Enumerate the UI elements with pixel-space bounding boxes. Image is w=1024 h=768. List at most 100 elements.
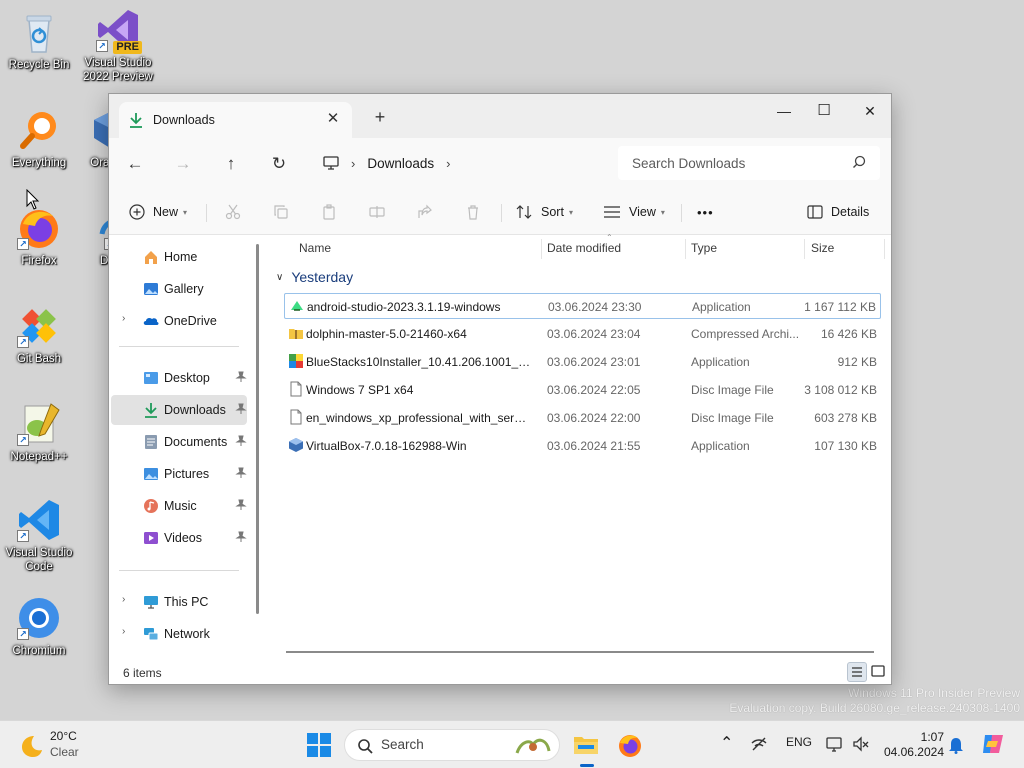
view-button[interactable]: View ▾	[603, 198, 665, 226]
up-button[interactable]: ↑	[217, 150, 245, 178]
chevron-down-icon: ▾	[568, 207, 573, 217]
language-indicator[interactable]: ENG	[786, 735, 812, 749]
desktop-icon-recycle-bin[interactable]: Recycle Bin	[1, 8, 77, 72]
sidebar-item-music[interactable]: Music	[111, 491, 247, 521]
sidebar-scrollbar[interactable]	[256, 244, 259, 614]
shortcut-arrow-icon: ↗	[96, 40, 108, 52]
sidebar-item-this-pc[interactable]: › This PC	[111, 587, 247, 617]
pin-icon[interactable]	[235, 371, 247, 383]
taskbar-file-explorer[interactable]	[572, 731, 600, 759]
preview-badge: PRE	[113, 41, 142, 54]
column-header-type[interactable]: Type	[691, 241, 717, 255]
taskbar-search[interactable]: Search	[344, 729, 560, 761]
pin-icon[interactable]	[235, 435, 247, 447]
item-count: 6 items	[123, 666, 162, 680]
sidebar-item-documents[interactable]: Documents	[111, 427, 247, 457]
sidebar-item-network[interactable]: › Network	[111, 619, 247, 649]
desktop-icon-everything[interactable]: Everything	[1, 106, 77, 170]
breadcrumb-separator[interactable]: ›	[351, 156, 355, 171]
display-settings-icon[interactable]	[826, 735, 844, 753]
pin-icon[interactable]	[235, 499, 247, 511]
file-row[interactable]: BlueStacks10Installer_10.41.206.1001_nat…	[284, 349, 881, 375]
vscode-icon: ↗	[15, 496, 63, 544]
column-header-date-modified[interactable]: Date modified	[547, 241, 621, 255]
sidebar-item-label: Pictures	[164, 467, 210, 481]
file-type: Disc Image File	[691, 383, 774, 397]
desktop-icon-notepad-plus-plus[interactable]: ↗ Notepad++	[1, 400, 77, 464]
start-button[interactable]	[305, 731, 333, 759]
desktop-icon-vscode[interactable]: ↗ Visual Studio Code	[1, 496, 77, 574]
sidebar-item-gallery[interactable]: Gallery	[111, 274, 247, 304]
tiles-view-button[interactable]	[869, 662, 889, 682]
desktop-icon-git-bash[interactable]: ↗ Git Bash	[1, 302, 77, 366]
clock[interactable]: 1:07 04.06.2024	[880, 730, 944, 760]
monitor-icon	[323, 156, 339, 170]
sidebar-item-videos[interactable]: Videos	[111, 523, 247, 553]
sidebar-item-pictures[interactable]: Pictures	[111, 459, 247, 489]
sidebar-item-home[interactable]: Home	[111, 242, 247, 272]
desktop-icon-firefox[interactable]: ↗ Firefox	[1, 204, 77, 268]
tab-downloads[interactable]: Downloads ✕	[119, 102, 352, 138]
column-header-size[interactable]: Size	[811, 241, 834, 255]
new-tab-button[interactable]: +	[370, 107, 390, 127]
column-separator[interactable]	[804, 239, 805, 259]
column-separator[interactable]	[541, 239, 542, 259]
back-button[interactable]: ←	[121, 150, 149, 178]
new-button[interactable]: New ▾	[129, 198, 187, 226]
delete-button[interactable]	[465, 198, 481, 226]
music-folder-icon	[144, 499, 158, 513]
file-row[interactable]: en_windows_xp_professional_with_servic..…	[284, 405, 881, 431]
file-row[interactable]: dolphin-master-5.0-21460-x64 03.06.2024 2…	[284, 321, 881, 347]
refresh-button[interactable]: ↻	[265, 150, 293, 178]
share-button[interactable]	[417, 198, 433, 226]
sidebar-item-label: OneDrive	[164, 314, 217, 328]
network-disconnected-icon[interactable]	[750, 735, 768, 753]
desktop-icon-chromium[interactable]: ↗ Chromium	[1, 594, 77, 658]
sort-button[interactable]: Sort ▾	[515, 198, 573, 226]
horizontal-scrollbar[interactable]	[286, 651, 874, 653]
volume-muted-icon[interactable]	[852, 735, 870, 753]
chevron-right-icon[interactable]: ›	[122, 594, 125, 605]
paste-button[interactable]	[321, 198, 337, 226]
tab-close-button[interactable]: ✕	[324, 110, 342, 128]
group-header-yesterday[interactable]: ∨ Yesterday	[276, 269, 353, 285]
details-view-button[interactable]	[847, 662, 867, 682]
desktop-icon-visual-studio-preview[interactable]: PRE ↗ Visual Studio 2022 Preview	[80, 6, 156, 84]
pin-icon[interactable]	[235, 467, 247, 479]
search-placeholder: Search Downloads	[632, 155, 746, 171]
file-row[interactable]: Windows 7 SP1 x64 03.06.2024 22:05 Disc Im…	[284, 377, 881, 403]
copilot-button[interactable]	[980, 731, 1008, 759]
maximize-button[interactable]: ☐	[801, 96, 847, 126]
close-window-button[interactable]: ✕	[847, 96, 893, 126]
breadcrumb-separator[interactable]: ›	[446, 156, 450, 171]
details-pane-button[interactable]: Details	[807, 198, 869, 226]
chevron-right-icon[interactable]: ›	[122, 313, 125, 324]
column-separator[interactable]	[884, 239, 885, 259]
chevron-right-icon[interactable]: ›	[122, 626, 125, 637]
search-icon	[853, 155, 866, 168]
breadcrumb-downloads[interactable]: Downloads	[367, 156, 434, 171]
copy-button[interactable]	[273, 198, 289, 226]
pin-icon[interactable]	[235, 403, 247, 415]
search-input[interactable]: Search Downloads	[618, 146, 880, 180]
sidebar-item-onedrive[interactable]: › OneDrive	[111, 306, 247, 336]
file-row[interactable]: android-studio-2023.3.1.19-windows 03.06.…	[284, 293, 881, 319]
plus-circle-icon	[129, 204, 145, 220]
rename-button[interactable]	[369, 198, 385, 226]
this-pc-icon	[144, 596, 158, 609]
file-row[interactable]: VirtualBox-7.0.18-162988-Win 03.06.2024 2…	[284, 433, 881, 459]
taskbar-firefox[interactable]	[616, 731, 644, 759]
address-bar[interactable]: › Downloads ›	[311, 146, 607, 180]
more-options-button[interactable]: •••	[697, 198, 714, 226]
paste-icon	[323, 204, 335, 220]
show-hidden-icons-button[interactable]: ⌃	[720, 733, 733, 753]
forward-button[interactable]: →	[169, 150, 197, 178]
sidebar-item-downloads[interactable]: Downloads	[111, 395, 247, 425]
column-header-name[interactable]: Name	[299, 241, 331, 255]
android-studio-icon	[289, 298, 305, 314]
sidebar-item-desktop[interactable]: Desktop	[111, 363, 247, 393]
column-separator[interactable]	[685, 239, 686, 259]
notification-bell-icon[interactable]	[948, 736, 964, 754]
cut-button[interactable]	[225, 198, 241, 226]
pin-icon[interactable]	[235, 531, 247, 543]
